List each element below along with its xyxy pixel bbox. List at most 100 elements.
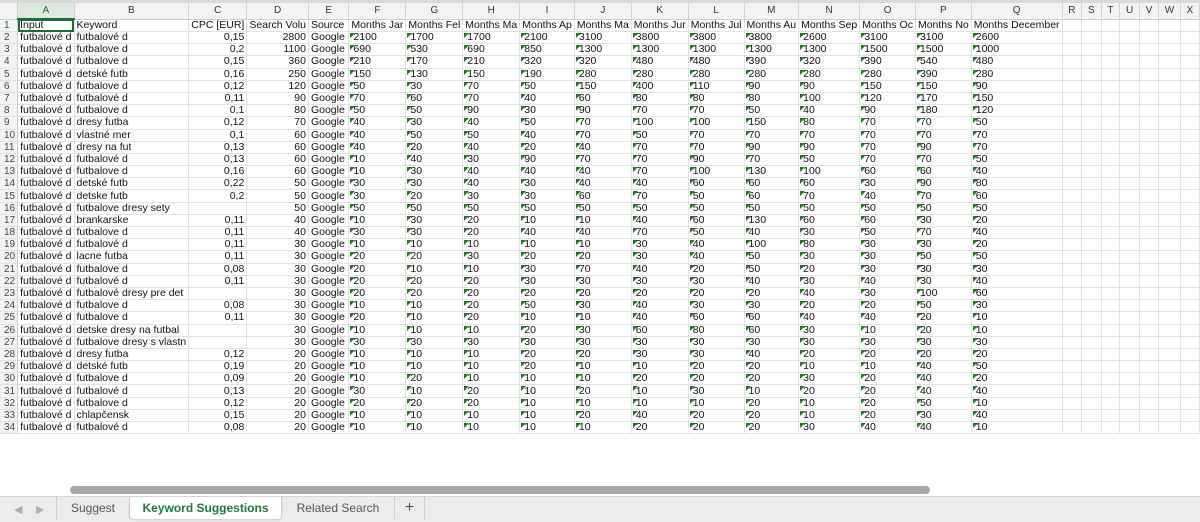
row-header[interactable]: 3 [0, 43, 19, 57]
month-volume-cell[interactable]: 30 [688, 348, 745, 362]
month-volume-cell[interactable]: 480 [971, 55, 1063, 69]
month-volume-cell[interactable]: 30 [631, 238, 689, 252]
select-all-corner[interactable] [0, 3, 19, 20]
header-cell[interactable]: Months Ma [462, 19, 521, 32]
row-header[interactable]: 25 [0, 311, 19, 325]
month-volume-cell[interactable]: 30 [971, 299, 1063, 313]
empty-cell[interactable] [1180, 421, 1200, 435]
input-cell[interactable]: futbalové d [17, 421, 75, 435]
month-volume-cell[interactable]: 280 [574, 68, 632, 81]
month-volume-cell[interactable]: 90 [519, 153, 575, 167]
month-volume-cell[interactable]: 40 [462, 177, 521, 191]
month-volume-cell[interactable]: 30 [859, 250, 916, 264]
month-volume-cell[interactable]: 30 [519, 104, 575, 118]
empty-cell[interactable] [1158, 153, 1181, 167]
input-cell[interactable]: futbalové d [17, 43, 75, 57]
month-volume-cell[interactable]: 1700 [462, 31, 521, 45]
month-volume-cell[interactable]: 40 [631, 177, 689, 191]
empty-cell[interactable] [1180, 287, 1200, 301]
month-volume-cell[interactable]: 1500 [859, 43, 916, 57]
cpc-cell[interactable]: 0,13 [188, 153, 248, 167]
month-volume-cell[interactable]: 50 [744, 202, 800, 215]
empty-cell[interactable] [1180, 360, 1200, 374]
month-volume-cell[interactable]: 10 [519, 214, 575, 228]
month-volume-cell[interactable]: 60 [688, 311, 745, 325]
empty-cell[interactable] [1062, 287, 1083, 301]
keyword-cell[interactable]: futbalove d [74, 55, 190, 69]
month-volume-cell[interactable]: 40 [915, 372, 972, 386]
header-cell[interactable]: Months Oc [859, 19, 916, 32]
month-volume-cell[interactable]: 90 [798, 80, 861, 93]
search-volume-cell[interactable]: 40 [246, 214, 309, 228]
empty-cell[interactable] [1062, 31, 1083, 45]
search-volume-cell[interactable]: 50 [246, 189, 309, 203]
empty-cell[interactable] [1139, 55, 1160, 69]
month-volume-cell[interactable]: 70 [574, 153, 632, 167]
empty-cell[interactable] [1158, 421, 1181, 435]
month-volume-cell[interactable]: 10 [462, 238, 521, 252]
month-volume-cell[interactable]: 10 [971, 324, 1063, 337]
empty-cell[interactable] [1158, 275, 1181, 288]
empty-cell[interactable] [1081, 226, 1102, 240]
empty-cell[interactable] [1139, 287, 1160, 301]
header-cell[interactable]: Months Sep [798, 19, 861, 32]
input-cell[interactable]: futbalové d [17, 116, 75, 130]
empty-cell[interactable] [1158, 336, 1181, 349]
keyword-cell[interactable]: brankarske [74, 214, 190, 228]
month-volume-cell[interactable]: 30 [462, 189, 521, 203]
month-volume-cell[interactable]: 70 [574, 116, 632, 130]
month-volume-cell[interactable]: 90 [462, 104, 521, 118]
month-volume-cell[interactable]: 110 [688, 80, 745, 93]
month-volume-cell[interactable]: 150 [915, 80, 972, 93]
empty-cell[interactable] [1180, 31, 1200, 45]
month-volume-cell[interactable]: 30 [859, 177, 916, 191]
empty-cell[interactable] [1180, 311, 1200, 325]
month-volume-cell[interactable]: 60 [744, 177, 800, 191]
column-header-n[interactable]: N [798, 3, 861, 20]
empty-cell[interactable] [1139, 238, 1160, 252]
empty-cell[interactable] [1119, 214, 1140, 228]
month-volume-cell[interactable]: 40 [915, 384, 972, 398]
empty-cell[interactable] [1139, 214, 1160, 228]
month-volume-cell[interactable]: 390 [915, 68, 972, 81]
input-cell[interactable]: futbalové d [17, 129, 75, 142]
input-cell[interactable]: futbalové d [17, 372, 75, 386]
month-volume-cell[interactable]: 10 [519, 409, 575, 423]
empty-cell[interactable] [1139, 384, 1160, 398]
empty-cell[interactable] [1139, 348, 1160, 362]
keyword-cell[interactable]: dresy futba [74, 348, 190, 362]
month-volume-cell[interactable]: 10 [519, 372, 575, 386]
row-header[interactable]: 9 [0, 116, 19, 130]
month-volume-cell[interactable]: 70 [915, 129, 972, 142]
empty-cell[interactable] [1180, 372, 1200, 386]
month-volume-cell[interactable]: 30 [405, 80, 464, 93]
empty-cell[interactable] [1119, 250, 1140, 264]
month-volume-cell[interactable]: 10 [798, 409, 861, 423]
month-volume-cell[interactable]: 40 [798, 287, 861, 301]
month-volume-cell[interactable]: 50 [348, 202, 407, 215]
column-header-e[interactable]: E [308, 3, 350, 20]
empty-cell[interactable] [1180, 68, 1200, 81]
month-volume-cell[interactable]: 70 [631, 141, 689, 154]
source-cell[interactable]: Google [308, 177, 350, 191]
keyword-cell[interactable]: futbalové d [74, 92, 190, 106]
month-volume-cell[interactable]: 40 [631, 263, 689, 276]
empty-cell[interactable] [1158, 299, 1181, 313]
empty-cell[interactable] [1062, 165, 1083, 179]
empty-cell[interactable] [1062, 153, 1083, 167]
empty-cell[interactable] [1158, 384, 1181, 398]
month-volume-cell[interactable]: 50 [462, 202, 521, 215]
month-volume-cell[interactable]: 20 [859, 348, 916, 362]
input-cell[interactable]: futbalové d [17, 238, 75, 252]
month-volume-cell[interactable]: 50 [405, 104, 464, 118]
month-volume-cell[interactable]: 10 [348, 238, 407, 252]
month-volume-cell[interactable]: 10 [971, 397, 1063, 410]
month-volume-cell[interactable]: 20 [798, 384, 861, 398]
empty-cell[interactable] [1062, 116, 1083, 130]
month-volume-cell[interactable]: 10 [798, 360, 861, 374]
empty-cell[interactable] [1139, 421, 1160, 435]
month-volume-cell[interactable]: 70 [915, 153, 972, 167]
empty-cell[interactable] [1158, 250, 1181, 264]
input-cell[interactable]: futbalové d [17, 55, 75, 69]
month-volume-cell[interactable]: 20 [462, 311, 521, 325]
